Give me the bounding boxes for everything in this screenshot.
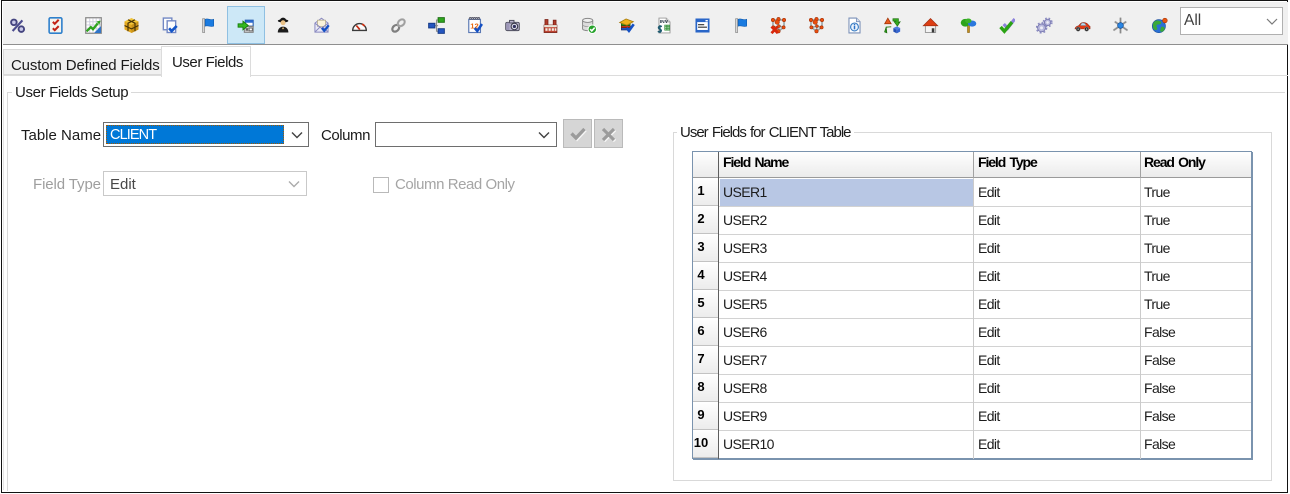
svg-text:INV: INV bbox=[660, 18, 669, 24]
